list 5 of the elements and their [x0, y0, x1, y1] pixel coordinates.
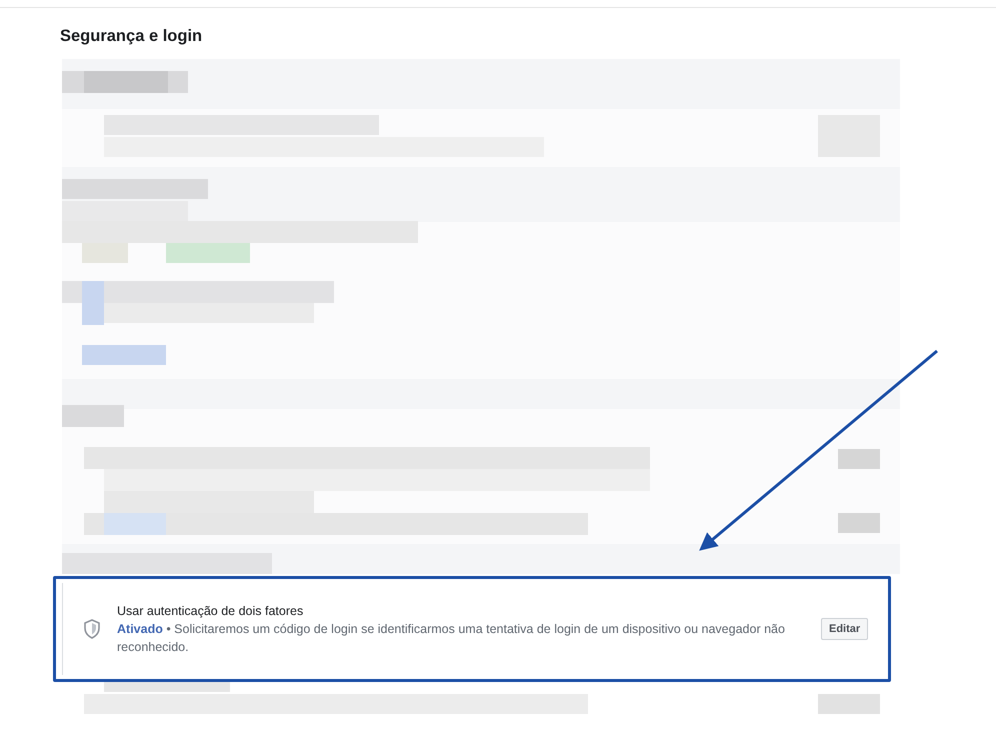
- edit-button[interactable]: Editar: [821, 618, 868, 640]
- setting-title: Usar autenticação de dois fatores: [117, 602, 304, 620]
- shield-icon: [83, 619, 101, 639]
- page-title: Segurança e login: [60, 26, 204, 47]
- setting-description: Ativado • Solicitaremos um código de login se identificarmos uma tentativa de login de um dispositivo ou navegador não reconhecido.: [117, 621, 786, 656]
